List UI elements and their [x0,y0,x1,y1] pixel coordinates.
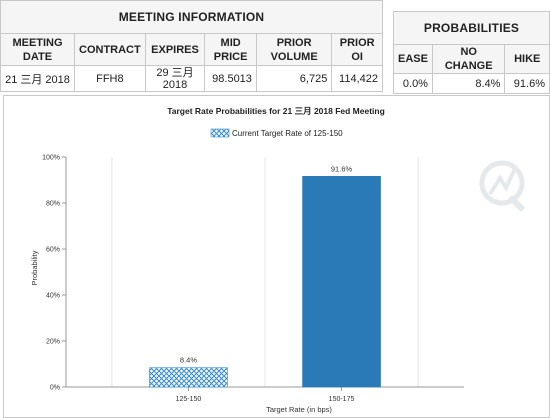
meeting-date-value: 21 三月 2018 [0,65,75,92]
chart-panel: Target Rate Probabilities for 21 三月 2018… [3,95,550,418]
expires-value: 29 三月 2018 [144,65,206,92]
prior-oi-header: PRIOR OI [331,33,383,66]
y-tick-label: 100% [42,155,60,162]
data-label: 8.4% [180,356,197,365]
bar-125-150[interactable] [149,367,228,388]
hike-value: 91.6% [504,73,550,94]
contract-header: CONTRACT [74,33,146,66]
table-row: 21 三月 2018 FFH8 29 三月 2018 98.5013 6,725… [0,65,383,92]
prior-volume-header: PRIOR VOLUME [255,33,333,66]
legend-swatch [210,128,230,138]
y-tick-label: 0% [50,385,60,392]
expires-header: EXPIRES [144,33,206,66]
y-tick-label: 80% [46,201,60,208]
chart-title: Target Rate Probabilities for 21 三月 2018… [167,106,385,116]
y-tick-label: 20% [46,339,60,346]
contract-value: FFH8 [74,65,146,92]
hike-header: HIKE [504,44,550,74]
prior-volume-value: 6,725 [255,65,333,92]
y-tick-label: 60% [46,247,60,254]
y-axis-label: Probability [30,250,39,285]
meeting-date-header: MEETING DATE [0,33,75,66]
no-change-header: NO CHANGE [431,44,506,74]
probability-bar-chart: Target Rate Probabilities for 21 三月 2018… [30,106,526,414]
probabilities-title: PROBABILITIES [393,11,550,45]
chart-legend: Current Target Rate of 125-150 [210,128,343,138]
meeting-information-title: MEETING INFORMATION [0,0,383,34]
prior-oi-value: 114,422 [331,65,383,92]
mid-price-value: 98.5013 [204,65,257,92]
y-tick-label: 40% [46,293,60,300]
watermark-logo-icon [479,160,526,213]
ease-value: 0.0% [393,73,433,94]
x-axis-label: Target Rate (in bps) [266,405,332,414]
x-tick-label: 150-175 [329,396,355,403]
ease-header: EASE [393,44,433,74]
probabilities-table: PROBABILITIES EASE NO CHANGE HIKE 0.0% 8… [393,11,550,94]
mid-price-header: MID PRICE [204,33,257,66]
no-change-value: 8.4% [431,73,506,94]
table-row: 0.0% 8.4% 91.6% [393,73,550,94]
data-label: 91.6% [331,164,353,173]
meeting-information-table: MEETING INFORMATION MEETING DATE CONTRAC… [0,0,383,92]
legend-label: Current Target Rate of 125-150 [232,129,343,138]
bar-150-175[interactable] [302,176,381,388]
x-tick-label: 125-150 [176,396,202,403]
